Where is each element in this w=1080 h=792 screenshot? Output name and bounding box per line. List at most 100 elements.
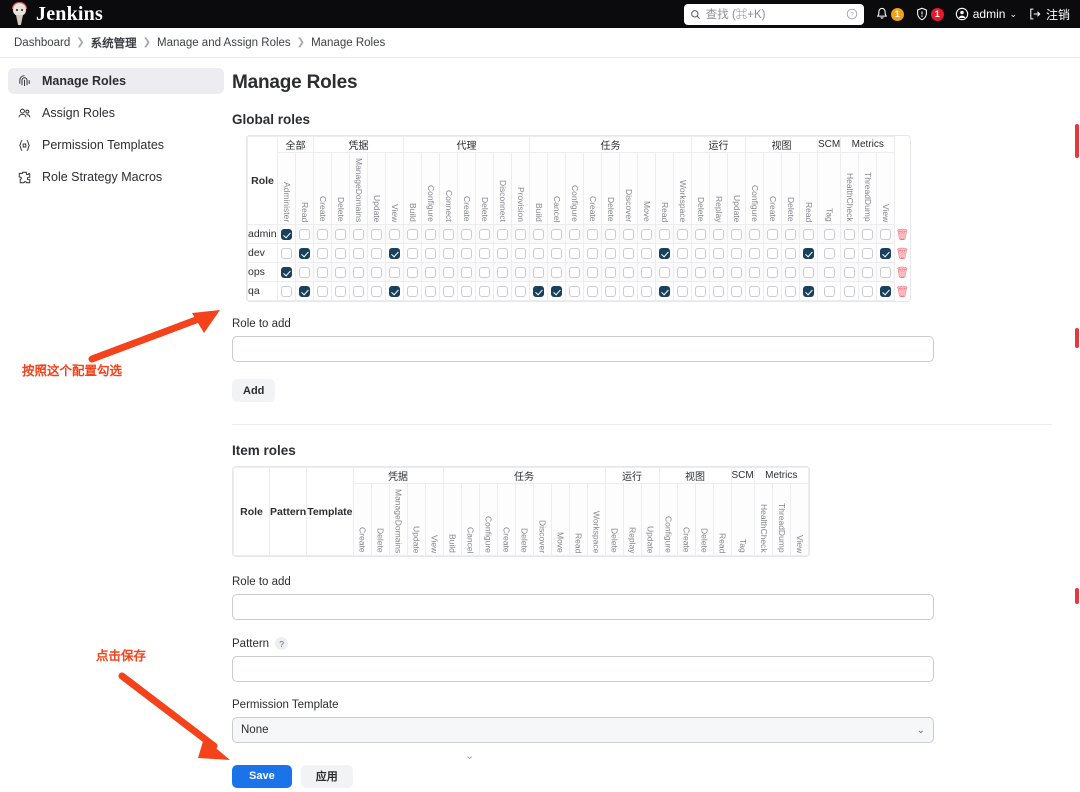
checkbox-unchecked-icon[interactable] bbox=[461, 266, 472, 278]
global-permission-cell[interactable] bbox=[313, 281, 332, 301]
global-permission-cell[interactable] bbox=[349, 224, 368, 244]
global-add-button[interactable]: Add bbox=[232, 379, 276, 402]
checkbox-unchecked-icon[interactable] bbox=[862, 285, 874, 297]
global-permission-cell[interactable] bbox=[475, 243, 494, 263]
checkbox-unchecked-icon[interactable] bbox=[407, 247, 418, 259]
global-permission-cell[interactable] bbox=[876, 243, 896, 263]
global-permission-cell[interactable] bbox=[457, 224, 476, 244]
global-permission-cell[interactable] bbox=[529, 224, 548, 244]
checkbox-checked-icon[interactable] bbox=[551, 285, 562, 297]
checkbox-unchecked-icon[interactable] bbox=[587, 285, 598, 297]
global-permission-cell[interactable] bbox=[601, 224, 620, 244]
global-permission-cell[interactable] bbox=[475, 281, 494, 301]
item-pattern-input[interactable] bbox=[232, 656, 934, 682]
global-permission-cell[interactable] bbox=[763, 262, 782, 282]
checkbox-unchecked-icon[interactable] bbox=[461, 285, 472, 297]
checkbox-unchecked-icon[interactable] bbox=[569, 247, 580, 259]
global-permission-cell[interactable] bbox=[816, 262, 842, 282]
breadcrumb-item-system[interactable]: 系统管理 bbox=[91, 35, 137, 51]
global-permission-cell[interactable] bbox=[313, 224, 332, 244]
checkbox-unchecked-icon[interactable] bbox=[569, 285, 580, 297]
checkbox-unchecked-icon[interactable] bbox=[551, 247, 562, 259]
global-permission-cell[interactable] bbox=[745, 262, 764, 282]
global-permission-cell[interactable] bbox=[385, 224, 404, 244]
checkbox-unchecked-icon[interactable] bbox=[407, 228, 418, 240]
global-permission-cell[interactable] bbox=[385, 262, 404, 282]
trash-icon[interactable]: 🗑 bbox=[895, 247, 909, 260]
checkbox-unchecked-icon[interactable] bbox=[533, 266, 544, 278]
checkbox-unchecked-icon[interactable] bbox=[713, 247, 724, 259]
checkbox-checked-icon[interactable] bbox=[389, 285, 400, 297]
help-circle-icon[interactable]: ? bbox=[846, 8, 858, 20]
checkbox-unchecked-icon[interactable] bbox=[335, 266, 346, 278]
global-permission-cell[interactable] bbox=[840, 243, 860, 263]
checkbox-unchecked-icon[interactable] bbox=[281, 285, 292, 297]
global-permission-cell[interactable] bbox=[816, 281, 842, 301]
global-permission-cell[interactable] bbox=[745, 281, 764, 301]
checkbox-checked-icon[interactable] bbox=[880, 247, 892, 259]
checkbox-unchecked-icon[interactable] bbox=[353, 228, 364, 240]
trash-icon[interactable]: 🗑 bbox=[895, 285, 909, 298]
global-permission-cell[interactable] bbox=[583, 262, 602, 282]
global-permission-cell[interactable] bbox=[565, 262, 584, 282]
global-permission-cell[interactable] bbox=[691, 243, 710, 263]
global-permission-cell[interactable] bbox=[745, 224, 764, 244]
checkbox-unchecked-icon[interactable] bbox=[713, 285, 724, 297]
global-permission-cell[interactable] bbox=[421, 281, 440, 301]
global-permission-cell[interactable] bbox=[816, 224, 842, 244]
sidebar-item-assign-roles[interactable]: Assign Roles bbox=[8, 100, 224, 126]
checkbox-checked-icon[interactable] bbox=[659, 247, 670, 259]
global-permission-cell[interactable] bbox=[840, 224, 860, 244]
checkbox-unchecked-icon[interactable] bbox=[353, 247, 364, 259]
checkbox-checked-icon[interactable] bbox=[299, 247, 310, 259]
checkbox-unchecked-icon[interactable] bbox=[623, 266, 634, 278]
checkbox-unchecked-icon[interactable] bbox=[749, 266, 760, 278]
global-permission-cell[interactable] bbox=[876, 281, 896, 301]
checkbox-unchecked-icon[interactable] bbox=[569, 266, 580, 278]
checkbox-unchecked-icon[interactable] bbox=[785, 247, 796, 259]
checkbox-unchecked-icon[interactable] bbox=[844, 228, 856, 240]
global-permission-cell[interactable] bbox=[313, 243, 332, 263]
global-permission-cell[interactable] bbox=[655, 281, 674, 301]
global-permission-cell[interactable] bbox=[493, 243, 512, 263]
checkbox-unchecked-icon[interactable] bbox=[803, 228, 814, 240]
global-permission-cell[interactable] bbox=[421, 243, 440, 263]
global-permission-cell[interactable] bbox=[583, 281, 602, 301]
breadcrumb-item-manage-assign[interactable]: Manage and Assign Roles bbox=[157, 37, 291, 49]
breadcrumb-item-manage-roles[interactable]: Manage Roles bbox=[311, 37, 385, 49]
checkbox-unchecked-icon[interactable] bbox=[461, 228, 472, 240]
global-permission-cell[interactable] bbox=[781, 281, 800, 301]
checkbox-checked-icon[interactable] bbox=[281, 228, 292, 240]
global-permission-cell[interactable] bbox=[367, 262, 386, 282]
global-permission-cell[interactable] bbox=[727, 262, 746, 282]
global-permission-cell[interactable] bbox=[799, 281, 818, 301]
global-permission-cell[interactable] bbox=[331, 243, 350, 263]
global-permission-cell[interactable] bbox=[547, 243, 566, 263]
global-permission-cell[interactable] bbox=[385, 243, 404, 263]
global-permission-cell[interactable] bbox=[637, 262, 656, 282]
checkbox-unchecked-icon[interactable] bbox=[605, 266, 616, 278]
checkbox-unchecked-icon[interactable] bbox=[823, 228, 835, 240]
global-permission-cell[interactable] bbox=[511, 281, 530, 301]
checkbox-unchecked-icon[interactable] bbox=[623, 228, 634, 240]
global-permission-cell[interactable] bbox=[529, 281, 548, 301]
global-permission-cell[interactable] bbox=[763, 281, 782, 301]
checkbox-unchecked-icon[interactable] bbox=[533, 228, 544, 240]
global-permission-cell[interactable] bbox=[511, 243, 530, 263]
apply-button[interactable]: 应用 bbox=[300, 764, 353, 788]
global-permission-cell[interactable] bbox=[799, 224, 818, 244]
checkbox-unchecked-icon[interactable] bbox=[479, 285, 490, 297]
global-delete-role-cell[interactable]: 🗑 bbox=[895, 282, 910, 301]
checkbox-checked-icon[interactable] bbox=[880, 285, 892, 297]
global-permission-cell[interactable] bbox=[439, 262, 458, 282]
global-permission-cell[interactable] bbox=[295, 224, 314, 244]
global-permission-cell[interactable] bbox=[529, 243, 548, 263]
global-permission-cell[interactable] bbox=[439, 281, 458, 301]
security-alerts-button[interactable]: 1 bbox=[915, 7, 944, 21]
checkbox-unchecked-icon[interactable] bbox=[317, 285, 328, 297]
global-permission-cell[interactable] bbox=[493, 281, 512, 301]
global-role-to-add-input[interactable] bbox=[232, 336, 934, 362]
global-permission-cell[interactable] bbox=[367, 243, 386, 263]
checkbox-unchecked-icon[interactable] bbox=[731, 228, 742, 240]
global-permission-cell[interactable] bbox=[799, 243, 818, 263]
